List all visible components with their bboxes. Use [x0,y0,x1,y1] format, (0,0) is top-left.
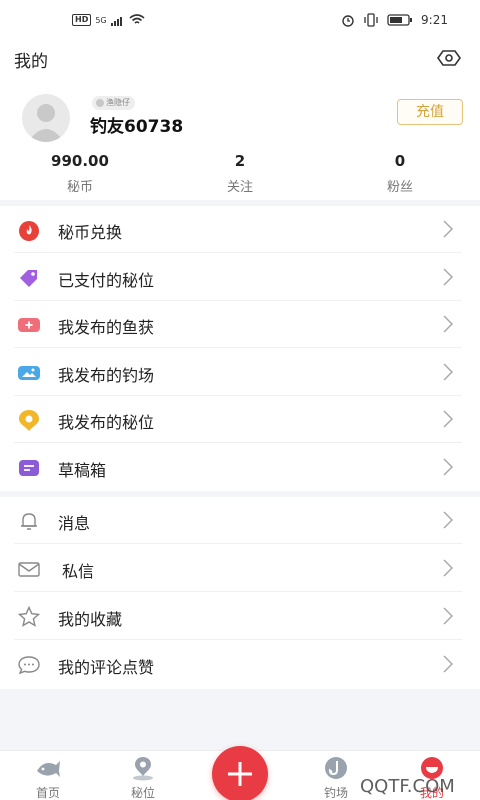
network-label: 5G [95,15,107,25]
vibrate-icon [364,13,378,27]
chevron-right-icon [443,267,454,286]
tab-label: 首页 [35,786,60,800]
menu-item-my-venues[interactable]: 我发布的钓场 [0,349,480,396]
divider [14,639,462,640]
chevron-right-icon [443,457,454,476]
chevron-right-icon [443,511,454,529]
profile-card: 渔隐仔 钓友60738 充值 990.00 秘币 2 关注 0 粉丝 [0,84,480,200]
menu-item-label: 私信 [62,562,95,581]
eye-icon[interactable] [436,48,462,68]
stat-value: 2 [234,152,246,170]
menu-item-label: 我发布的秘位 [58,413,155,432]
menu-item-favorites[interactable]: 我的收藏 [0,593,480,640]
menu-item-direct-messages[interactable]: 私信 [0,545,480,592]
star-icon [17,605,41,627]
menu-item-label: 我的收藏 [58,610,123,629]
location-bubble-icon [19,410,39,431]
comment-icon [18,656,40,675]
stat-coins[interactable]: 990.00 秘币 [20,152,140,195]
chevron-right-icon [443,410,454,428]
chevron-right-icon [443,607,454,625]
menu-item-my-catches[interactable]: 我发布的鱼获 [0,301,480,348]
status-right: 9:21 [341,13,448,27]
username: 钓友60738 [90,117,184,137]
chevron-right-icon [443,362,454,381]
alarm-icon [342,15,354,27]
user-tag-label: 渔隐仔 [106,98,130,107]
flame-coin-icon [19,221,39,241]
status-bar: HD 5G 9:21 [0,0,480,40]
chevron-right-icon [443,559,454,577]
stat-following[interactable]: 2 关注 [180,152,300,195]
landscape-icon [18,365,40,380]
mail-icon [18,562,40,577]
menu-item-label: 我的评论点赞 [58,658,155,677]
status-left: HD 5G [72,14,145,26]
menu-item-comments-likes[interactable]: 我的评论点赞 [0,641,480,688]
clock: 9:21 [421,13,448,27]
recharge-button[interactable]: 充值 [397,99,463,125]
menu-item-label: 我发布的鱼获 [58,318,155,337]
menu-item-drafts[interactable]: 草稿箱 [0,444,480,491]
stat-label: 粉丝 [386,180,413,195]
bell-icon [21,513,37,530]
map-pin-icon [133,757,153,781]
menu-item-messages[interactable]: 消息 [0,497,480,544]
watermark: QQTF.COM [360,776,455,797]
chevron-right-icon [443,655,454,673]
hd-icon: HD [72,14,92,26]
tab-spots[interactable]: 秘位 [103,751,183,800]
menu-item-label: 草稿箱 [58,460,107,480]
menu-item-label: 已支付的秘位 [58,270,155,290]
add-photo-icon [18,318,40,332]
plus-icon [228,762,252,786]
menu-item-my-spots[interactable]: 我发布的秘位 [0,396,480,443]
page-title: 我的 [14,52,48,72]
stat-value: 0 [394,152,406,170]
signal-icon [110,16,122,26]
fish-icon [37,761,60,777]
badge-dot-icon [96,99,104,107]
menu-item-paid-spots[interactable]: 已支付的秘位 [0,254,480,301]
stat-label: 秘币 [66,180,93,195]
header: 我的 [0,40,480,84]
menu-item-coin-exchange[interactable]: 秘币兑换 [0,206,480,253]
menu-item-label: 秘币兑换 [58,223,123,242]
tab-home[interactable]: 首页 [8,751,88,800]
menu-secondary: 消息 私信 我的收藏 我的评论点赞 [0,497,480,689]
stat-fans[interactable]: 0 粉丝 [340,152,460,195]
add-post-button[interactable] [212,746,268,800]
draft-icon [19,459,39,476]
divider [14,543,462,544]
stat-value: 990.00 [51,152,109,170]
battery-icon [387,14,413,26]
wifi-icon [129,14,145,24]
menu-primary: 秘币兑换 已支付的秘位 我发布的鱼获 我发布的钓场 我发布的秘位 草稿箱 [0,206,480,491]
divider [14,591,462,592]
stat-label: 关注 [226,180,253,195]
tab-label: 秘位 [130,786,155,800]
chevron-right-icon [443,220,454,238]
user-tag-badge: 渔隐仔 [92,96,135,110]
menu-item-label: 消息 [58,514,91,533]
avatar-placeholder-icon [28,104,64,142]
fishing-hook-icon [325,757,347,779]
chevron-right-icon [443,315,454,333]
menu-item-label: 我发布的钓场 [58,365,155,385]
tag-icon [20,269,37,287]
avatar[interactable] [22,94,70,142]
